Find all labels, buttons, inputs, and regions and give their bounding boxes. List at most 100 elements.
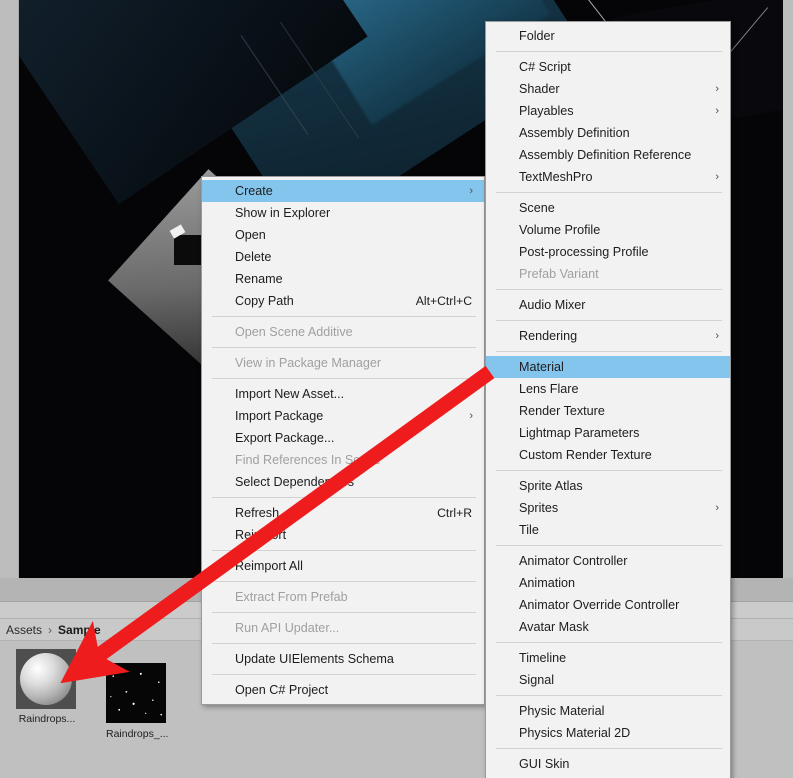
create-submenu-item-physic-material[interactable]: Physic Material bbox=[486, 700, 730, 722]
right-gutter bbox=[783, 0, 793, 578]
chevron-right-icon: › bbox=[715, 502, 719, 514]
create-submenu-item-tile[interactable]: Tile bbox=[486, 519, 730, 541]
create-submenu-item-gui-skin[interactable]: GUI Skin bbox=[486, 753, 730, 775]
context-menu-item-import-new-asset[interactable]: Import New Asset... bbox=[202, 383, 484, 405]
menu-item-label: Animator Controller bbox=[519, 554, 628, 568]
create-submenu-item-sprite-atlas[interactable]: Sprite Atlas bbox=[486, 475, 730, 497]
context-menu-item-refresh[interactable]: Refresh Ctrl+R bbox=[202, 502, 484, 524]
menu-separator bbox=[212, 497, 476, 498]
menu-item-label: Tile bbox=[519, 523, 539, 537]
menu-separator bbox=[496, 695, 722, 696]
context-menu-item-reimport[interactable]: Reimport bbox=[202, 524, 484, 546]
menu-item-label: Render Texture bbox=[519, 404, 605, 418]
create-submenu[interactable]: Folder C# Script Shader › Playables › Assembly… bbox=[485, 21, 731, 778]
menu-separator bbox=[496, 748, 722, 749]
menu-separator bbox=[212, 316, 476, 317]
create-submenu-item-c-script[interactable]: C# Script bbox=[486, 56, 730, 78]
context-menu-item-update-uielements-schema[interactable]: Update UIElements Schema bbox=[202, 648, 484, 670]
menu-item-label: Lightmap Parameters bbox=[519, 426, 640, 440]
create-submenu-item-scene[interactable]: Scene bbox=[486, 197, 730, 219]
menu-item-label: Sprite Atlas bbox=[519, 479, 583, 493]
create-submenu-item-lightmap-parameters[interactable]: Lightmap Parameters bbox=[486, 422, 730, 444]
context-menu-item-delete[interactable]: Delete bbox=[202, 246, 484, 268]
context-menu-item-copy-path[interactable]: Copy Path Alt+Ctrl+C bbox=[202, 290, 484, 312]
context-menu-item-create[interactable]: Create › bbox=[202, 180, 484, 202]
menu-item-label: Refresh bbox=[235, 506, 280, 520]
menu-item-label: Timeline bbox=[519, 651, 567, 665]
create-submenu-item-timeline[interactable]: Timeline bbox=[486, 647, 730, 669]
menu-item-label: Select Dependencies bbox=[235, 475, 355, 489]
context-menu-item-open[interactable]: Open bbox=[202, 224, 484, 246]
menu-separator bbox=[496, 51, 722, 52]
context-menu-item-rename[interactable]: Rename bbox=[202, 268, 484, 290]
create-submenu-item-textmeshpro[interactable]: TextMeshPro › bbox=[486, 166, 730, 188]
context-menu-item-show-in-explorer[interactable]: Show in Explorer bbox=[202, 202, 484, 224]
create-submenu-item-assembly-definition[interactable]: Assembly Definition bbox=[486, 122, 730, 144]
menu-item-label: Reimport All bbox=[235, 559, 303, 573]
create-submenu-item-animation[interactable]: Animation bbox=[486, 572, 730, 594]
context-menu-item-open-scene-additive: Open Scene Additive bbox=[202, 321, 484, 343]
context-menu-item-export-package[interactable]: Export Package... bbox=[202, 427, 484, 449]
context-menu-item-select-dependencies[interactable]: Select Dependencies bbox=[202, 471, 484, 493]
menu-item-label: Sprites bbox=[519, 501, 559, 515]
chevron-right-icon: › bbox=[469, 410, 473, 422]
create-submenu-item-render-texture[interactable]: Render Texture bbox=[486, 400, 730, 422]
menu-item-label: Scene bbox=[519, 201, 555, 215]
create-submenu-item-signal[interactable]: Signal bbox=[486, 669, 730, 691]
menu-item-label: Open C# Project bbox=[235, 683, 329, 697]
context-menu-item-extract-from-prefab: Extract From Prefab bbox=[202, 586, 484, 608]
asset-item-material[interactable]: Raindrops... bbox=[16, 649, 78, 725]
menu-separator bbox=[212, 674, 476, 675]
context-menu-item-run-api-updater: Run API Updater... bbox=[202, 617, 484, 639]
menu-item-label: Avatar Mask bbox=[519, 620, 589, 634]
create-submenu-item-post-processing-profile[interactable]: Post-processing Profile bbox=[486, 241, 730, 263]
context-menu-item-open-c-project[interactable]: Open C# Project bbox=[202, 679, 484, 701]
menu-item-label: Show in Explorer bbox=[235, 206, 331, 220]
context-menu-item-import-package[interactable]: Import Package › bbox=[202, 405, 484, 427]
chevron-right-icon: › bbox=[715, 330, 719, 342]
create-submenu-item-audio-mixer[interactable]: Audio Mixer bbox=[486, 294, 730, 316]
create-submenu-item-lens-flare[interactable]: Lens Flare bbox=[486, 378, 730, 400]
menu-item-label: Lens Flare bbox=[519, 382, 579, 396]
menu-item-label: Copy Path bbox=[235, 294, 294, 308]
create-submenu-item-animator-override-controller[interactable]: Animator Override Controller bbox=[486, 594, 730, 616]
menu-item-label: Run API Updater... bbox=[235, 621, 340, 635]
asset-label: Raindrops_... bbox=[106, 728, 168, 740]
menu-separator bbox=[496, 642, 722, 643]
menu-item-label: Find References In Scene bbox=[235, 453, 381, 467]
chevron-right-icon: › bbox=[715, 83, 719, 95]
menu-item-label: Import Package bbox=[235, 409, 324, 423]
menu-item-label: GUI Skin bbox=[519, 757, 570, 771]
create-submenu-item-folder[interactable]: Folder bbox=[486, 25, 730, 47]
chevron-right-icon: › bbox=[715, 171, 719, 183]
context-menu-item-reimport-all[interactable]: Reimport All bbox=[202, 555, 484, 577]
create-submenu-item-animator-controller[interactable]: Animator Controller bbox=[486, 550, 730, 572]
breadcrumb-item-current[interactable]: Sample bbox=[58, 623, 101, 637]
menu-separator bbox=[212, 347, 476, 348]
create-submenu-item-rendering[interactable]: Rendering › bbox=[486, 325, 730, 347]
menu-item-label: Reimport bbox=[235, 528, 287, 542]
menu-item-label: Update UIElements Schema bbox=[235, 652, 394, 666]
menu-item-label: Signal bbox=[519, 673, 555, 687]
create-submenu-item-sprites[interactable]: Sprites › bbox=[486, 497, 730, 519]
menu-item-label: Material bbox=[519, 360, 564, 374]
breadcrumb-item-assets[interactable]: Assets bbox=[6, 623, 42, 637]
menu-item-label: Animation bbox=[519, 576, 576, 590]
menu-item-label: Volume Profile bbox=[519, 223, 601, 237]
sphere-preview-icon bbox=[20, 653, 72, 705]
create-submenu-item-playables[interactable]: Playables › bbox=[486, 100, 730, 122]
create-submenu-item-assembly-definition-reference[interactable]: Assembly Definition Reference bbox=[486, 144, 730, 166]
create-submenu-item-avatar-mask[interactable]: Avatar Mask bbox=[486, 616, 730, 638]
create-submenu-item-volume-profile[interactable]: Volume Profile bbox=[486, 219, 730, 241]
menu-separator bbox=[496, 545, 722, 546]
context-menu[interactable]: Create › Show in Explorer Open Delete Rename C… bbox=[201, 176, 485, 705]
menu-item-shortcut: Ctrl+R bbox=[437, 506, 472, 520]
asset-item-texture[interactable]: Raindrops_... bbox=[106, 649, 168, 740]
create-submenu-item-material[interactable]: Material bbox=[486, 356, 730, 378]
create-submenu-item-shader[interactable]: Shader › bbox=[486, 78, 730, 100]
create-submenu-item-custom-render-texture[interactable]: Custom Render Texture bbox=[486, 444, 730, 466]
menu-item-label: Assembly Definition Reference bbox=[519, 148, 692, 162]
create-submenu-item-physics-material-2d[interactable]: Physics Material 2D bbox=[486, 722, 730, 744]
menu-item-label: View in Package Manager bbox=[235, 356, 382, 370]
menu-separator bbox=[212, 581, 476, 582]
